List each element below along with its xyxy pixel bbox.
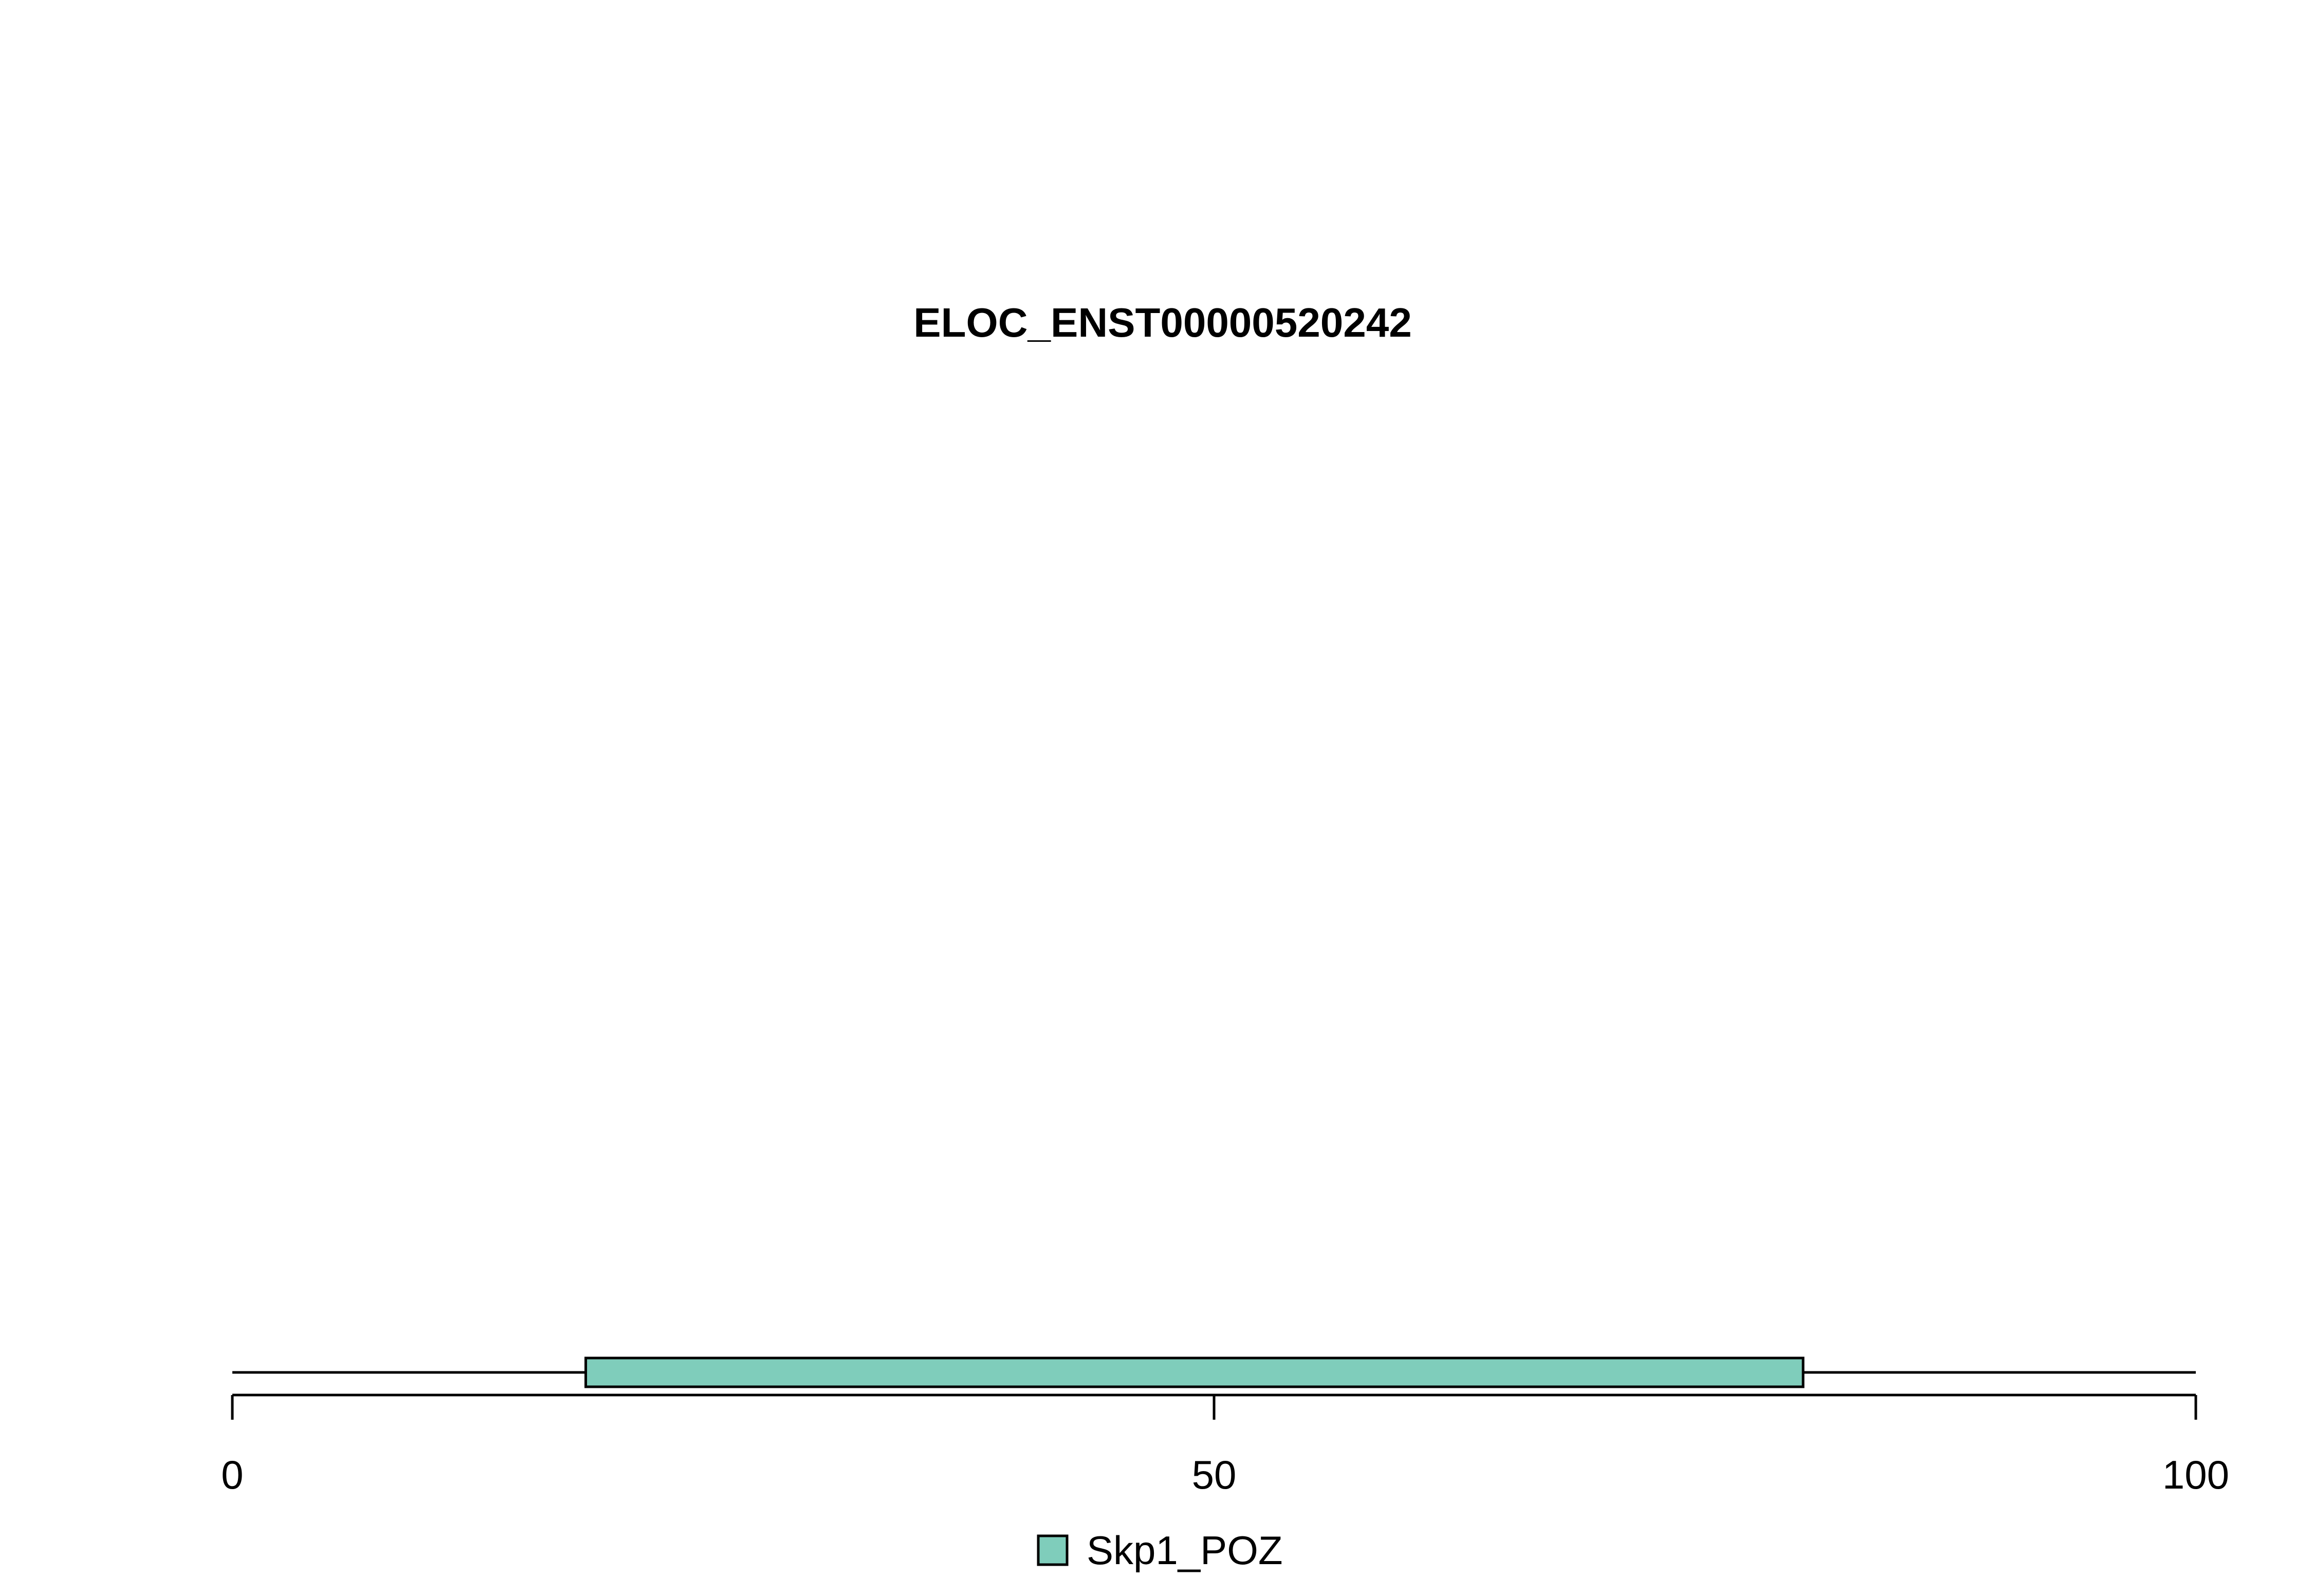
legend-swatch-skp1-poz (1037, 1534, 1069, 1566)
x-tick-label-50: 50 (1192, 1452, 1237, 1497)
x-tick-label-100: 100 (2162, 1452, 2229, 1497)
x-tick-label-0: 0 (221, 1452, 243, 1497)
legend-label-skp1-poz: Skp1_POZ (1087, 1528, 1283, 1573)
chart: ELOC_ENST00000520242 0 50 100 Skp1_POZ (0, 0, 2313, 1593)
chart-svg: ELOC_ENST00000520242 0 50 100 Skp1_POZ (221, 300, 2229, 1573)
x-axis-ticks: 0 50 100 (221, 1395, 2229, 1497)
chart-title: ELOC_ENST00000520242 (913, 300, 1412, 345)
domain-box-skp1-poz (584, 1356, 1805, 1388)
domain-layer (584, 1356, 1805, 1388)
legend: Skp1_POZ (1037, 1528, 1283, 1573)
